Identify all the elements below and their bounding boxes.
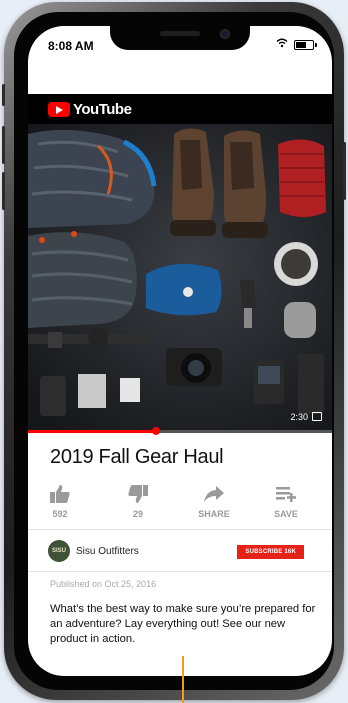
video-player[interactable]: 2:30 [28, 124, 332, 430]
phone-volume-down-button [2, 172, 5, 210]
water-bottle-image [284, 302, 316, 338]
divider [28, 529, 332, 530]
like-button[interactable]: 592 [30, 482, 90, 519]
video-progress-bar[interactable] [28, 427, 332, 435]
video-description: What’s the best way to make sure you’re … [50, 603, 316, 645]
battery-icon [294, 39, 317, 50]
pocket-knife-image [240, 280, 256, 308]
playlist-add-icon [256, 482, 316, 506]
red-beanie-image [278, 139, 326, 217]
dislike-count: 29 [132, 509, 143, 519]
lens-case-image [40, 376, 66, 416]
notch [110, 26, 250, 50]
channel-avatar[interactable]: SISU [48, 540, 70, 562]
youtube-logo[interactable]: YouTube [48, 100, 132, 118]
lantern-image [298, 354, 324, 414]
thumbs-up-icon [30, 482, 90, 506]
wifi-icon [276, 38, 288, 51]
phone-power-button [343, 142, 346, 200]
phone-side-button [2, 84, 5, 106]
divider [28, 571, 332, 572]
progress-fill [28, 430, 156, 433]
annotation-pointer-line [182, 656, 184, 703]
battery-pack-image [78, 374, 106, 408]
thumbs-down-icon [108, 482, 168, 506]
app-header: YouTube [28, 94, 332, 124]
fullscreen-icon[interactable] [312, 412, 322, 421]
channel-name[interactable]: Sisu Outfitters [76, 546, 139, 557]
knife-blade [244, 308, 252, 328]
stuff-sack-logo [183, 287, 193, 297]
video-actions: 592 29 SHARE SAVE [28, 482, 332, 528]
video-title: 2019 Fall Gear Haul [50, 446, 224, 468]
front-camera [220, 29, 230, 39]
status-icons [276, 38, 317, 51]
channel-row: SISU Sisu Outfitters SUBSCRIBE 16K [28, 534, 332, 570]
subscribe-button[interactable]: SUBSCRIBE 16K [237, 545, 304, 559]
video-duration: 2:30 [290, 412, 308, 422]
speaker-grille [160, 31, 200, 36]
progress-scrubber[interactable] [151, 427, 160, 435]
mug-opening [281, 249, 311, 279]
dislike-button[interactable]: 29 [108, 482, 168, 519]
sd-card-image [120, 378, 140, 402]
youtube-play-icon [48, 101, 70, 117]
share-label: SHARE [198, 509, 230, 519]
brand-name: YouTube [73, 100, 132, 118]
share-button[interactable]: SHARE [184, 482, 244, 519]
video-thumbnail [28, 124, 332, 430]
rolled-sleeping-bag-image [28, 231, 137, 328]
save-label: SAVE [274, 509, 298, 519]
phone-volume-up-button [2, 126, 5, 164]
published-date: Published on Oct 25, 2016 [50, 579, 157, 589]
like-count: 592 [52, 509, 68, 519]
status-time: 8:08 AM [48, 39, 94, 53]
save-button[interactable]: SAVE [256, 482, 316, 519]
phone-screen: 8:08 AM YouTube 2:30 2019 Fall Gear Haul… [28, 26, 332, 676]
share-arrow-icon [184, 482, 244, 506]
